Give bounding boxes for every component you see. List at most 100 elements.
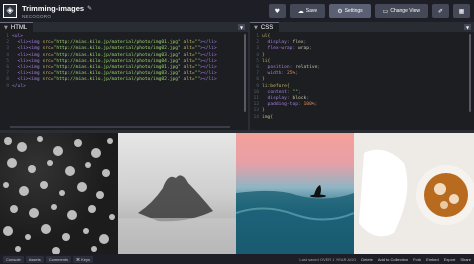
code-token: ul{: [262, 34, 271, 39]
code-text: flex-wrap: wrap;: [262, 46, 312, 52]
code-token: block: [292, 96, 307, 102]
code-token: src=: [42, 77, 54, 83]
code-text: </ul>: [12, 84, 26, 90]
pin-button[interactable]: ✐: [432, 4, 449, 18]
code-token: ></li>: [200, 58, 217, 64]
css-tab[interactable]: ▼ CSS: [250, 22, 280, 32]
code-token: relative: [295, 65, 318, 71]
line-number: 14: [253, 114, 259, 120]
settings-button[interactable]: ⚙ Settings: [329, 4, 371, 18]
code-token: img{: [262, 114, 274, 120]
code-token: src=: [42, 52, 54, 58]
embed-button[interactable]: Embed: [426, 257, 439, 262]
css-dropdown-button[interactable]: ▼: [464, 24, 471, 30]
code-token: alt=: [180, 65, 195, 71]
export-button[interactable]: Export: [444, 257, 456, 262]
code-token: ;: [298, 89, 301, 95]
add-to-collection-button[interactable]: Add to Collection: [378, 257, 408, 262]
code-token: li:before{: [262, 83, 290, 89]
grid-button[interactable]: ▦: [453, 4, 470, 18]
change-view-label: Change View: [390, 8, 420, 14]
last-saved-text: Last saved OVER 1 YEAR AGO: [299, 256, 357, 262]
editor-area: ▼ HTML ▼ 1 <ul> 2 <li><img src="http://mia…: [0, 22, 474, 130]
comments-button[interactable]: Comments: [45, 255, 72, 263]
code-token: alt=: [180, 77, 195, 83]
code-token: </ul>: [12, 83, 26, 89]
html-hscrollbar[interactable]: [10, 126, 230, 128]
cloud-icon: ☁: [297, 7, 304, 15]
code-token: li{: [262, 58, 271, 64]
code-text: width: 25%;: [262, 71, 298, 77]
share-button[interactable]: Share: [460, 257, 471, 262]
css-scrollbar[interactable]: [469, 34, 471, 112]
code-token: <li>: [17, 40, 29, 46]
flowers-image: [0, 133, 118, 254]
toolbar: ♥ ☁ Save ⚙ Settings ▭ Change View ✐ ▦: [268, 4, 470, 18]
code-token: src=: [42, 40, 54, 46]
author-name[interactable]: NECOGORO: [22, 14, 92, 19]
surfer-image: [236, 133, 354, 254]
css-code-line[interactable]: 14 img{: [250, 115, 474, 121]
code-token: <img: [28, 77, 43, 83]
save-button[interactable]: ☁ Save: [289, 4, 326, 18]
html-editor[interactable]: ▼ HTML ▼ 1 <ul> 2 <li><img src="http://mia…: [0, 22, 248, 130]
html-code-line[interactable]: 8 <li><img src="http://mias.kilo.jp/mate…: [0, 77, 248, 83]
code-token: }: [262, 108, 265, 114]
keys-button[interactable]: ⌘ Keys: [73, 255, 94, 263]
css-pane-header: ▼ CSS ▼: [250, 22, 474, 32]
code-token: <img: [28, 71, 43, 77]
css-editor[interactable]: ▼ CSS ▼ 1 ul{2 display: flex; 3 flex-wrap:…: [250, 22, 474, 130]
layout-icon: ▭: [382, 7, 389, 15]
code-token: flex: [292, 40, 304, 46]
code-token: 100%: [303, 102, 315, 108]
fork-button[interactable]: Fork: [413, 257, 421, 262]
console-button[interactable]: Console: [3, 255, 24, 263]
collapse-icon[interactable]: ▼: [254, 25, 258, 31]
code-token: display: [267, 40, 287, 46]
code-token: flex-wrap: [267, 46, 293, 52]
code-token: alt=: [180, 58, 195, 64]
code-token: width: [267, 71, 282, 77]
code-token: <img: [28, 65, 43, 71]
html-code[interactable]: 1 <ul> 2 <li><img src="http://mias.kilo.jp…: [0, 32, 248, 90]
code-token: ;: [295, 71, 299, 77]
code-token: <li>: [17, 46, 29, 52]
code-token: ;: [317, 65, 321, 71]
change-view-button[interactable]: ▭ Change View: [374, 4, 428, 18]
footer: Console Assets Comments ⌘ Keys Last save…: [0, 254, 474, 264]
assets-button[interactable]: Assets: [25, 255, 44, 263]
save-label: Save: [305, 8, 318, 14]
gear-icon: ⚙: [337, 7, 343, 15]
code-token: <img: [28, 40, 43, 46]
collapse-icon[interactable]: ▼: [4, 25, 8, 31]
code-token: alt=: [180, 52, 195, 58]
delete-button[interactable]: Delete: [361, 257, 373, 262]
html-tab[interactable]: ▼ HTML: [0, 22, 34, 32]
code-token: ></li>: [200, 46, 217, 52]
code-token: ;: [314, 102, 318, 108]
pen-title[interactable]: Trimming-images: [22, 4, 84, 13]
pencil-icon[interactable]: ✎: [87, 5, 92, 12]
code-token: ></li>: [200, 71, 217, 77]
code-token: <li>: [17, 71, 29, 77]
code-token: }: [262, 52, 265, 58]
result-preview[interactable]: [0, 133, 474, 254]
code-token: <img: [28, 52, 43, 58]
heart-button[interactable]: ♥: [268, 4, 286, 18]
code-token: src=: [42, 58, 54, 64]
html-code-line[interactable]: 9 </ul>: [0, 84, 248, 90]
code-token: padding-top: [267, 102, 298, 108]
codepen-logo[interactable]: ◈: [3, 4, 17, 18]
html-scrollbar[interactable]: [244, 34, 246, 112]
header: ◈ Trimming-images ✎ NECOGORO ♥ ☁ Save ⚙ Se…: [0, 0, 474, 22]
heart-icon: ♥: [274, 7, 280, 15]
code-token: ></li>: [200, 65, 217, 71]
code-token: ></li>: [200, 77, 217, 83]
css-code[interactable]: 1 ul{2 display: flex; 3 flex-wrap: wrap; 4}…: [250, 32, 474, 121]
code-token: content: [267, 89, 287, 95]
html-dropdown-button[interactable]: ▼: [238, 24, 245, 30]
code-token: "http://mias.kilo.jp/material/photo/img0…: [53, 71, 181, 77]
code-token: alt=: [180, 40, 195, 46]
chevron-down-icon: ▼: [239, 24, 244, 30]
code-token: ;: [303, 40, 307, 46]
